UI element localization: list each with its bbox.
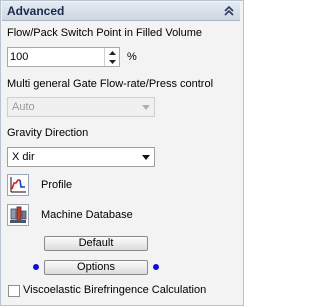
- machine-database-label: Machine Database: [41, 209, 133, 221]
- viscoelastic-label: Viscoelastic Birefringence Calculation: [23, 284, 207, 296]
- panel-content: Flow/Pack Switch Point in Filled Volume …: [2, 21, 240, 304]
- gravity-label: Gravity Direction: [7, 127, 89, 139]
- gravity-select[interactable]: X dir: [7, 147, 155, 167]
- options-left-dot: [33, 264, 39, 270]
- collapse-icon[interactable]: [222, 4, 236, 17]
- flow-pack-label: Flow/Pack Switch Point in Filled Volume: [7, 27, 203, 39]
- spin-down-icon[interactable]: [105, 57, 119, 66]
- spin-arrows: [104, 48, 119, 66]
- gate-control-value: Auto: [12, 101, 35, 113]
- profile-chart-icon[interactable]: [7, 174, 29, 196]
- gate-control-label: Multi general Gate Flow-rate/Press contr…: [7, 78, 214, 90]
- panel-header[interactable]: Advanced: [2, 2, 240, 21]
- advanced-panel: Advanced Flow/Pack Switch Point in Fille…: [0, 0, 244, 306]
- flow-pack-spinbox[interactable]: [7, 47, 120, 67]
- options-button[interactable]: Options: [44, 260, 148, 275]
- gravity-value: X dir: [12, 151, 35, 163]
- flow-pack-unit: %: [127, 51, 137, 63]
- default-button[interactable]: Default: [44, 236, 148, 251]
- chevron-down-icon: [141, 103, 151, 111]
- chevron-down-icon: [141, 153, 151, 161]
- gate-control-select[interactable]: Auto: [7, 97, 155, 117]
- spin-up-icon[interactable]: [105, 48, 119, 57]
- machine-database-icon[interactable]: [7, 204, 29, 226]
- profile-label: Profile: [41, 179, 73, 191]
- options-right-dot: [153, 264, 159, 270]
- panel-title: Advanced: [7, 4, 65, 18]
- flow-pack-input[interactable]: [10, 50, 100, 64]
- viscoelastic-checkbox[interactable]: [8, 285, 20, 297]
